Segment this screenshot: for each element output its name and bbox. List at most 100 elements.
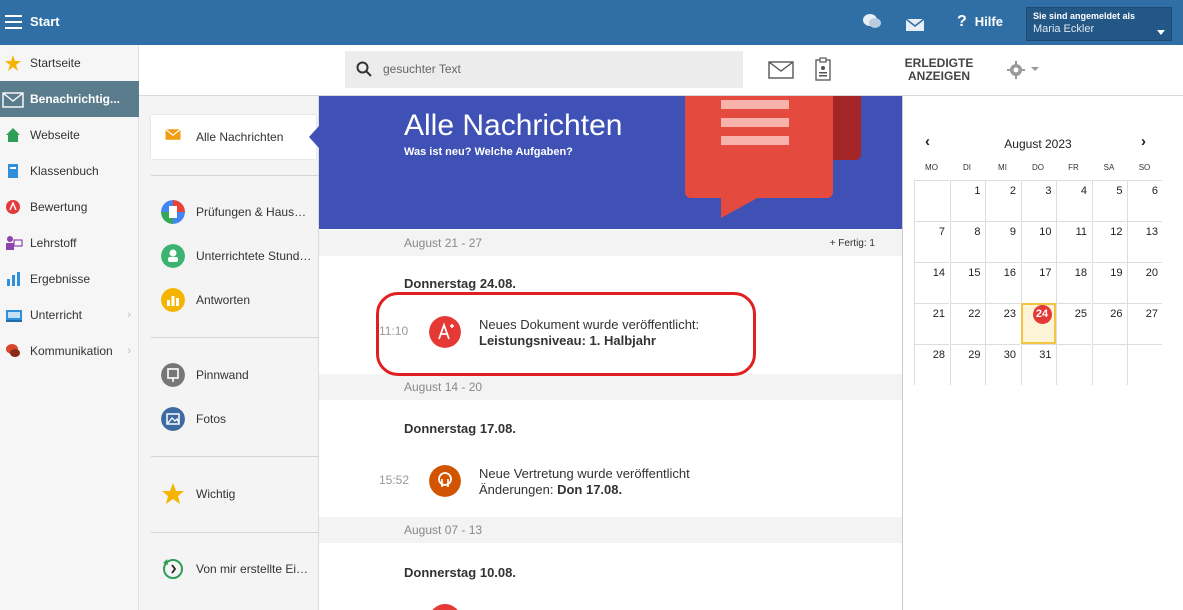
- calendar-day[interactable]: 4: [1056, 180, 1091, 221]
- calendar-weekday: MI: [998, 163, 1007, 172]
- envelope-icon: [2, 92, 24, 108]
- substitution-icon: [429, 465, 461, 497]
- chevron-down-icon: [1031, 67, 1039, 71]
- calendar-day[interactable]: 25: [1056, 303, 1091, 344]
- filter-exams-homework[interactable]: Prüfungen & Hausaufgaben: [151, 190, 316, 234]
- calendar-day[interactable]: 3: [1020, 180, 1056, 221]
- start-link[interactable]: Start: [30, 14, 60, 29]
- day-heading: Donnerstag 17.08.: [404, 421, 516, 436]
- compose-mail-icon[interactable]: [768, 61, 794, 79]
- user-account-menu[interactable]: Sie sind angemeldet als Maria Eckler: [1026, 7, 1172, 41]
- calendar-day[interactable]: 6: [1127, 180, 1162, 221]
- calendar-day[interactable]: 27: [1127, 303, 1162, 344]
- calendar-day[interactable]: 26: [1091, 303, 1127, 344]
- calendar-day[interactable]: 22: [949, 303, 985, 344]
- chevron-right-icon: ›: [127, 309, 131, 321]
- filter-my-entries[interactable]: Von mir erstellte Einträge: [151, 547, 316, 591]
- calendar-day[interactable]: 20: [1127, 262, 1162, 303]
- calendar-day[interactable]: 31: [1020, 344, 1056, 385]
- filter-important[interactable]: Wichtig: [151, 472, 316, 516]
- active-filter-pointer: [309, 126, 319, 148]
- sidebar-item-startseite[interactable]: Startseite: [0, 45, 139, 81]
- chat-icon: [6, 344, 20, 357]
- exam-icon: [161, 200, 185, 224]
- calendar-day[interactable]: 21: [914, 303, 949, 344]
- sidebar-item-lehrstoff[interactable]: Lehrstoff: [0, 225, 139, 261]
- calendar-day[interactable]: 13: [1127, 221, 1162, 262]
- notification-entry[interactable]: 15:52 Neue Vertretung wurde veröffentlic…: [319, 457, 902, 507]
- calendar-day[interactable]: 18: [1056, 262, 1091, 303]
- calendar-day[interactable]: 2: [985, 180, 1020, 221]
- mail-icon[interactable]: [905, 15, 925, 35]
- calendar-next-button[interactable]: ›: [1141, 133, 1146, 150]
- classroom-icon: [6, 310, 22, 322]
- filter-pinboard[interactable]: Pinnwand: [151, 353, 316, 397]
- sidebar-item-benachrichtigungen[interactable]: Benachrichtig...: [0, 81, 139, 117]
- sidebar-item-unterricht[interactable]: Unterricht ›: [0, 297, 139, 333]
- calendar-weekday: MO: [925, 163, 938, 172]
- feed-banner: Alle Nachrichten Was ist neu? Welche Auf…: [319, 96, 902, 229]
- hamburger-menu-icon[interactable]: [5, 15, 22, 29]
- calendar-day[interactable]: 7: [914, 221, 949, 262]
- separator: [151, 337, 319, 338]
- calendar-day-today[interactable]: 24: [1020, 303, 1056, 344]
- search-input[interactable]: [383, 59, 723, 79]
- calendar-day[interactable]: 23: [985, 303, 1020, 344]
- calendar-weekday: FR: [1068, 163, 1079, 172]
- filter-photos[interactable]: Fotos: [151, 397, 316, 441]
- page-subtitle: Was ist neu? Welche Aufgaben?: [404, 146, 573, 158]
- calendar-day[interactable]: 1: [949, 180, 985, 221]
- separator: [151, 532, 319, 533]
- star-icon: [162, 483, 184, 504]
- calendar-day[interactable]: 10: [1020, 221, 1056, 262]
- sidebar-item-klassenbuch[interactable]: Klassenbuch: [0, 153, 139, 189]
- top-bar: Start ? Hilfe Sie sind angemeldet als Mar…: [0, 0, 1183, 45]
- day-heading: Donnerstag 10.08.: [404, 565, 516, 580]
- highlight-annotation: [376, 292, 756, 376]
- calendar-day[interactable]: 28: [914, 344, 949, 385]
- calendar-day[interactable]: 11: [1056, 221, 1091, 262]
- answers-icon: [161, 288, 185, 312]
- calendar-day: [1056, 344, 1091, 385]
- filter-answers[interactable]: Antworten: [151, 278, 316, 322]
- filter-taught-lessons[interactable]: Unterrichtete Stunden: [151, 234, 316, 278]
- sidebar-item-ergebnisse[interactable]: Ergebnisse: [0, 261, 139, 297]
- toolbar: ERLEDIGTE ANZEIGEN: [139, 45, 1183, 96]
- sidebar-item-bewertung[interactable]: Bewertung: [0, 189, 139, 225]
- speech-bubble-icon: [685, 96, 833, 198]
- sidebar-item-webseite[interactable]: Webseite: [0, 117, 139, 153]
- calendar-day[interactable]: 12: [1091, 221, 1127, 262]
- calendar-day[interactable]: 30: [985, 344, 1020, 385]
- calendar-day[interactable]: 17: [1020, 262, 1056, 303]
- barchart-icon: [7, 272, 20, 286]
- history-icon: [163, 559, 183, 579]
- calendar-day[interactable]: 9: [985, 221, 1020, 262]
- calendar-day[interactable]: 14: [914, 262, 949, 303]
- show-completed-button[interactable]: ERLEDIGTE ANZEIGEN: [891, 57, 987, 83]
- calendar-day[interactable]: 15: [949, 262, 985, 303]
- search-box: [345, 51, 743, 88]
- calendar-day[interactable]: 16: [985, 262, 1020, 303]
- settings-button[interactable]: [1007, 61, 1039, 82]
- calendar-day: [1127, 344, 1162, 385]
- chat-bubbles-icon[interactable]: [862, 12, 882, 32]
- calendar-day[interactable]: 19: [1091, 262, 1127, 303]
- calendar-day[interactable]: 5: [1091, 180, 1127, 221]
- calendar-day[interactable]: 29: [949, 344, 985, 385]
- filter-all-messages[interactable]: Alle Nachrichten: [151, 115, 316, 159]
- envelope-icon: [165, 128, 181, 140]
- day-heading: Donnerstag 24.08.: [404, 276, 516, 291]
- speech-bubble-tail: [721, 196, 761, 218]
- calendar-weekday: SO: [1138, 163, 1151, 172]
- clipboard-icon[interactable]: [815, 57, 831, 81]
- lesson-icon: [161, 244, 185, 268]
- completed-toggle[interactable]: + Fertig: 1: [830, 238, 875, 249]
- separator: [151, 175, 319, 176]
- calendar-day[interactable]: 8: [949, 221, 985, 262]
- sidebar-item-kommunikation[interactable]: Kommunikation ›: [0, 333, 139, 369]
- help-icon: ?: [957, 13, 967, 30]
- house-icon: [6, 128, 20, 142]
- help-link[interactable]: ? Hilfe: [957, 13, 1003, 31]
- book-icon: [8, 164, 18, 178]
- week-header: August 14 - 20: [319, 374, 902, 400]
